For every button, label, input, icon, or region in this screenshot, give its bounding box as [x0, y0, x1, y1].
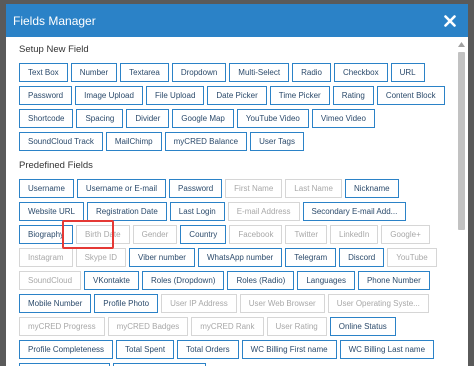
- predefined-field-total-spent-button[interactable]: Total Spent: [116, 340, 175, 359]
- setup-field-button[interactable]: Rating: [332, 86, 374, 105]
- setup-field-button[interactable]: Google Map: [172, 109, 234, 128]
- predefined-field-user-operating-syste-button: User Operating Syste...: [327, 294, 429, 313]
- predefined-field-user-ip-address-button: User IP Address: [161, 294, 237, 313]
- setup-field-button[interactable]: Time Picker: [269, 86, 330, 105]
- predefined-field-nickname-button[interactable]: Nickname: [344, 179, 399, 198]
- predefined-field-mycred-badges-button: myCRED Badges: [107, 317, 189, 336]
- predefined-field-username-or-e-mail-button[interactable]: Username or E-mail: [76, 179, 167, 198]
- predefined-field-phone-number-button[interactable]: Phone Number: [357, 271, 430, 290]
- setup-field-button[interactable]: Text Box: [19, 63, 68, 82]
- modal-content: Setup New Field Text Box Number Textarea Dr…: [6, 37, 454, 366]
- scroll-up-arrow-icon[interactable]: [456, 40, 466, 49]
- predefined-field-user-web-browser-button: User Web Browser: [239, 294, 325, 313]
- predefined-field-last-login-button[interactable]: Last Login: [169, 202, 225, 221]
- predefined-field-birth-date-button: Birth Date: [76, 225, 130, 244]
- predefined-field-linkedin-button: LinkedIn: [330, 225, 379, 244]
- setup-field-button[interactable]: Divider: [126, 109, 170, 128]
- predefined-field-online-status-button[interactable]: Online Status: [329, 317, 396, 336]
- setup-field-button[interactable]: Shortcode: [19, 109, 74, 128]
- setup-field-button[interactable]: Textarea: [120, 63, 169, 82]
- setup-field-button[interactable]: Spacing: [76, 109, 124, 128]
- setup-new-field-heading: Setup New Field: [19, 44, 89, 55]
- modal-titlebar: Fields Manager: [6, 4, 468, 37]
- predefined-field-wc-billing-first-name-button[interactable]: WC Billing First name: [241, 340, 337, 359]
- predefined-field-last-name-button: Last Name: [285, 179, 342, 198]
- scrollbar-thumb[interactable]: [458, 52, 465, 230]
- predefined-field-roles-radio-button[interactable]: Roles (Radio): [227, 271, 295, 290]
- predefined-field-discord-button[interactable]: Discord: [339, 248, 385, 267]
- setup-field-button[interactable]: URL: [390, 63, 425, 82]
- fields-manager-modal: Fields Manager Setup New Field Text Box N…: [6, 4, 468, 366]
- setup-field-button[interactable]: Checkbox: [334, 63, 388, 82]
- predefined-field-facebook-button: Facebook: [229, 225, 283, 244]
- setup-field-button[interactable]: MailChimp: [105, 132, 162, 151]
- predefined-field-languages-button[interactable]: Languages: [297, 271, 355, 290]
- setup-field-button[interactable]: Date Picker: [207, 86, 267, 105]
- predefined-field-telegram-button[interactable]: Telegram: [285, 248, 337, 267]
- setup-field-button[interactable]: myCRED Balance: [164, 132, 248, 151]
- predefined-field-twitter-button: Twitter: [285, 225, 328, 244]
- predefined-field-instagram-button: Instagram: [19, 248, 73, 267]
- setup-field-buttons: Text Box Number Textarea Dropdown Multi-Sele…: [19, 63, 454, 151]
- predefined-field-mobile-number-button[interactable]: Mobile Number: [19, 294, 92, 313]
- predefined-field-profile-completeness-button[interactable]: Profile Completeness: [19, 340, 114, 359]
- setup-field-button[interactable]: Multi-Select: [229, 63, 290, 82]
- predefined-field-mycred-rank-button: myCRED Rank: [191, 317, 264, 336]
- predefined-field-viber-number-button[interactable]: Viber number: [129, 248, 195, 267]
- predefined-field-user-rating-button: User Rating: [266, 317, 327, 336]
- predefined-field-username-button[interactable]: Username: [19, 179, 74, 198]
- setup-field-button[interactable]: Vimeo Video: [311, 109, 375, 128]
- predefined-field-skype-id-button: Skype ID: [75, 248, 127, 267]
- setup-field-button[interactable]: SoundCloud Track: [19, 132, 103, 151]
- predefined-field-first-name-button: First Name: [225, 179, 283, 198]
- setup-field-button[interactable]: YouTube Video: [236, 109, 309, 128]
- predefined-field-biography-button[interactable]: Biography: [19, 225, 74, 244]
- predefined-field-youtube-button: YouTube: [387, 248, 437, 267]
- setup-field-button[interactable]: Content Block: [376, 86, 445, 105]
- vertical-scrollbar[interactable]: [456, 40, 466, 366]
- modal-title: Fields Manager: [13, 13, 96, 28]
- predefined-fields-heading: Predefined Fields: [19, 160, 93, 171]
- predefined-field-country-button[interactable]: Country: [180, 225, 227, 244]
- predefined-field-secondary-e-mail-add-button[interactable]: Secondary E-mail Add...: [302, 202, 407, 221]
- predefined-field-profile-photo-button[interactable]: Profile Photo: [94, 294, 159, 313]
- predefined-field-roles-dropdown-button[interactable]: Roles (Dropdown): [141, 271, 225, 290]
- predefined-field-total-orders-button[interactable]: Total Orders: [177, 340, 239, 359]
- predefined-field-website-url-button[interactable]: Website URL: [19, 202, 84, 221]
- predefined-field-mycred-progress-button: myCRED Progress: [19, 317, 105, 336]
- setup-field-button[interactable]: User Tags: [250, 132, 304, 151]
- predefined-field-registration-date-button[interactable]: Registration Date: [86, 202, 167, 221]
- setup-field-button[interactable]: Number: [70, 63, 118, 82]
- setup-field-button[interactable]: File Upload: [145, 86, 205, 105]
- predefined-field-e-mail-address-button: E-mail Address: [227, 202, 300, 221]
- predefined-field-vkontakte-button[interactable]: VKontakte: [84, 271, 139, 290]
- predefined-field-gender-button: Gender: [132, 225, 178, 244]
- predefined-field-password-button[interactable]: Password: [169, 179, 223, 198]
- setup-field-button[interactable]: Password: [19, 86, 73, 105]
- predefined-field-buttons: Username Username or E-mail Password First …: [19, 179, 454, 366]
- setup-field-button[interactable]: Dropdown: [171, 63, 227, 82]
- setup-field-button[interactable]: Image Upload: [75, 86, 143, 105]
- predefined-field-wc-billing-last-name-button[interactable]: WC Billing Last name: [339, 340, 435, 359]
- close-icon[interactable]: [442, 13, 458, 29]
- predefined-field-soundcloud-button: SoundCloud: [19, 271, 82, 290]
- setup-field-button[interactable]: Radio: [292, 63, 331, 82]
- predefined-field-google-button: Google+: [381, 225, 430, 244]
- predefined-field-whatsapp-number-button[interactable]: WhatsApp number: [197, 248, 283, 267]
